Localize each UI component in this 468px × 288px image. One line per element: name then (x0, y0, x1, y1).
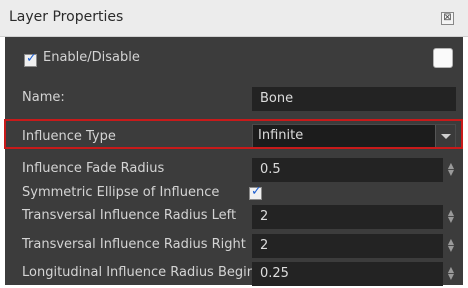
transversal-right-field[interactable]: 2 (252, 234, 443, 258)
influence-type-value: Infinite (258, 128, 304, 143)
title-bar: Layer Properties ⊠ (0, 0, 468, 37)
name-label: Name: (22, 90, 65, 105)
close-icon[interactable]: ⊠ (441, 12, 454, 25)
longitudinal-begin-field[interactable]: 0.25 (252, 262, 443, 286)
chevron-down-icon[interactable] (435, 125, 455, 147)
fade-radius-spinner[interactable]: ▲ ▼ (446, 162, 456, 184)
spin-down-icon[interactable]: ▼ (446, 169, 456, 177)
symmetric-label: Symmetric Ellipse of Influence (22, 185, 220, 200)
fade-radius-label: Influence Fade Radius (22, 161, 165, 176)
influence-type-dropdown[interactable]: Infinite (252, 124, 456, 148)
spin-down-icon[interactable]: ▼ (446, 273, 456, 281)
layer-toggle-checkbox[interactable] (433, 48, 453, 68)
influence-type-label: Influence Type (22, 129, 116, 144)
transversal-right-label: Transversal Influence Radius Right (22, 237, 246, 252)
spin-down-icon[interactable]: ▼ (446, 216, 456, 224)
fade-radius-field[interactable]: 0.5 (252, 158, 443, 182)
transversal-right-spinner[interactable]: ▲ ▼ (446, 238, 456, 260)
enable-label: Enable/Disable (43, 50, 140, 65)
checkmark-icon: ✓ (251, 184, 262, 199)
transversal-left-field[interactable]: 2 (252, 205, 443, 229)
spin-down-icon[interactable]: ▼ (446, 245, 456, 253)
name-field[interactable]: Bone (252, 87, 456, 111)
transversal-left-label: Transversal Influence Radius Left (22, 208, 237, 223)
properties-panel: ✓ Enable/Disable Name: Bone Influence Ty… (5, 37, 463, 286)
symmetric-checkbox[interactable]: ✓ (249, 184, 262, 200)
checkmark-icon: ✓ (26, 51, 37, 66)
longitudinal-begin-label: Longitudinal Influence Radius Begin (22, 265, 255, 280)
enable-checkbox[interactable]: ✓ (24, 51, 37, 67)
window-title: Layer Properties (9, 9, 124, 25)
transversal-left-spinner[interactable]: ▲ ▼ (446, 209, 456, 231)
